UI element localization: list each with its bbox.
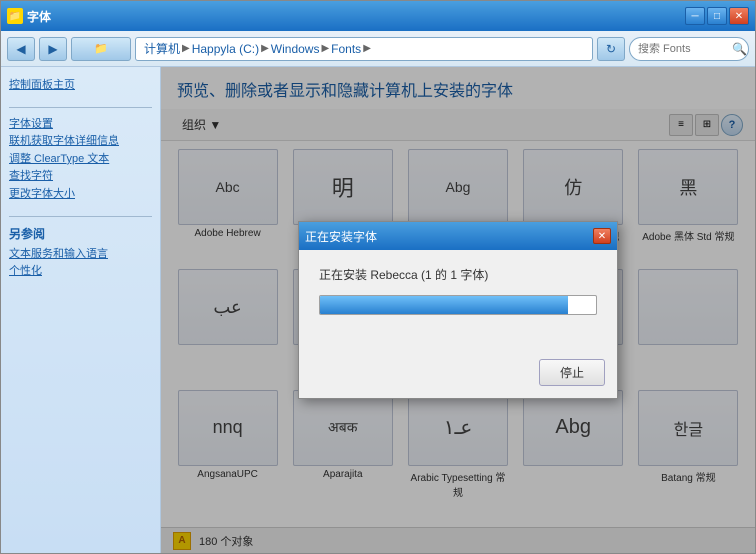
path-drive: Happyla (C:) <box>192 42 259 56</box>
search-icon: 🔍 <box>732 42 747 56</box>
sidebar-main-links: 字体设置 联机获取字体详细信息 调整 ClearType 文本 查找字符 更改字… <box>9 107 152 204</box>
address-bar: ◀ ▶ 📁 计算机 ▶ Happyla (C:) ▶ Windows ▶ Fon… <box>1 31 755 67</box>
sidebar-link-text-services[interactable]: 文本服务和输入语言 <box>9 246 152 264</box>
search-box[interactable]: 🔍 <box>629 37 749 61</box>
back-icon: ◀ <box>16 42 25 56</box>
sidebar-link-find-char[interactable]: 查找字符 <box>9 168 152 186</box>
sidebar: 控制面板主页 字体设置 联机获取字体详细信息 调整 ClearType 文本 查… <box>1 67 161 553</box>
modal-message: 正在安装 Rebecca (1 的 1 字体) <box>319 266 597 283</box>
sidebar-link-font-settings[interactable]: 字体设置 <box>9 116 152 134</box>
modal-content: 正在安装 Rebecca (1 的 1 字体) <box>299 250 617 351</box>
sidebar-link-cleartype[interactable]: 调整 ClearType 文本 <box>9 151 152 169</box>
sidebar-link-font-size[interactable]: 更改字体大小 <box>9 186 152 204</box>
content-area: 预览、删除或者显示和隐藏计算机上安装的字体 组织 ▼ ≡ ⊞ ? Abc Ado… <box>161 67 755 553</box>
path-computer: 计算机 <box>144 40 180 57</box>
progress-bar-container <box>319 295 597 315</box>
path-arrow-3: ▶ <box>321 43 329 54</box>
minimize-button[interactable]: ─ <box>685 7 705 25</box>
search-input[interactable] <box>638 43 728 55</box>
sidebar-link-personalization[interactable]: 个性化 <box>9 263 152 281</box>
title-bar: 📁 字体 ─ □ ✕ <box>1 1 755 31</box>
modal-close-button[interactable]: ✕ <box>593 228 611 244</box>
progress-bar-fill <box>320 296 568 314</box>
back-button[interactable]: ◀ <box>7 37 35 61</box>
sidebar-also-section: 另参阅 文本服务和输入语言 个性化 <box>9 216 152 281</box>
folder-icon: 📁 <box>94 42 108 55</box>
modal-title-bar: 正在安装字体 ✕ <box>299 222 617 250</box>
sidebar-also-title: 另参阅 <box>9 225 152 242</box>
install-modal: 正在安装字体 ✕ 正在安装 Rebecca (1 的 1 字体) 停止 <box>298 221 618 399</box>
modal-footer: 停止 <box>299 351 617 398</box>
modal-title-text: 正在安装字体 <box>305 228 377 245</box>
sidebar-link-online-fonts[interactable]: 联机获取字体详细信息 <box>9 133 152 151</box>
main-window: 📁 字体 ─ □ ✕ ◀ ▶ 📁 计算机 ▶ Happyla (C:) ▶ Wi… <box>0 0 756 554</box>
path-fonts: Fonts <box>331 42 361 56</box>
forward-icon: ▶ <box>48 42 57 56</box>
maximize-button[interactable]: □ <box>707 7 727 25</box>
breadcrumb-area: 📁 <box>71 37 131 61</box>
stop-button[interactable]: 停止 <box>539 359 605 386</box>
forward-button[interactable]: ▶ <box>39 37 67 61</box>
path-arrow-2: ▶ <box>261 43 269 54</box>
refresh-button[interactable]: ↻ <box>597 37 625 61</box>
title-bar-left: 📁 字体 <box>7 8 51 25</box>
path-windows: Windows <box>271 42 320 56</box>
close-button[interactable]: ✕ <box>729 7 749 25</box>
address-path[interactable]: 计算机 ▶ Happyla (C:) ▶ Windows ▶ Fonts ▶ <box>135 37 593 61</box>
sidebar-home-link[interactable]: 控制面板主页 <box>9 77 152 95</box>
window-title: 字体 <box>27 8 51 25</box>
title-buttons: ─ □ ✕ <box>685 7 749 25</box>
path-arrow-1: ▶ <box>182 43 190 54</box>
window-icon: 📁 <box>7 8 23 24</box>
path-arrow-4: ▶ <box>363 43 371 54</box>
modal-overlay: 正在安装字体 ✕ 正在安装 Rebecca (1 的 1 字体) 停止 <box>161 67 755 553</box>
main-area: 控制面板主页 字体设置 联机获取字体详细信息 调整 ClearType 文本 查… <box>1 67 755 553</box>
